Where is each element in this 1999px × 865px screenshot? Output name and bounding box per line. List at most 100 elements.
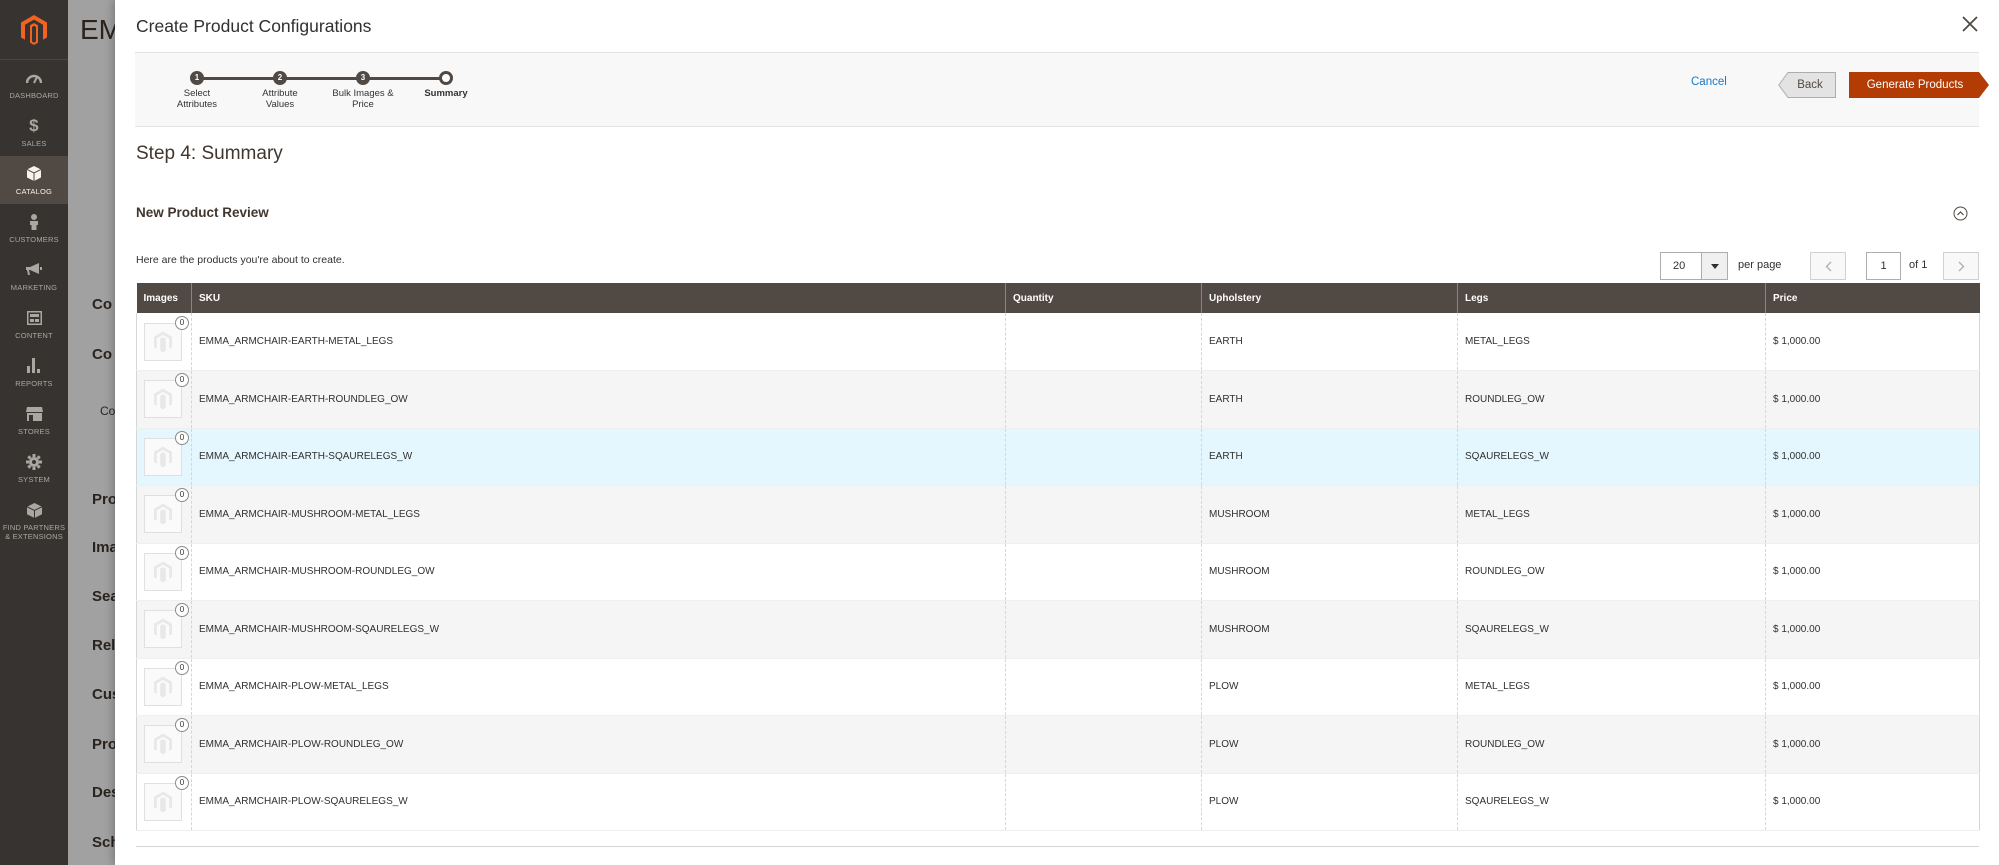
product-image-placeholder[interactable]: 0 [144,488,189,534]
table-row[interactable]: 0 EMMA_ARMCHAIR-EARTH-SQAURELEGS_W EARTH… [136,428,1980,486]
previous-page-button[interactable] [1810,252,1846,280]
back-button[interactable]: Back [1778,72,1836,98]
close-icon[interactable] [1960,14,1980,34]
price-cell: $ 1,000.00 [1765,600,1980,659]
column-header-quantity: Quantity [1005,283,1202,313]
per-page-select[interactable]: 20 [1660,252,1728,280]
price-cell: $ 1,000.00 [1765,658,1980,716]
quantity-cell [1005,773,1202,831]
column-header-price: Price [1765,283,1980,313]
image-count-badge: 0 [175,660,189,675]
storefront-icon [25,405,43,423]
column-header-images: Images [136,283,192,313]
image-cell[interactable]: 0 [136,543,192,601]
sidebar-item-stores[interactable]: STORES [0,396,68,444]
sidebar-item-label: FIND PARTNERS & EXTENSIONS [2,523,66,541]
table-row[interactable]: 0 EMMA_ARMCHAIR-MUSHROOM-SQAURELEGS_W MU… [136,600,1980,659]
product-image-placeholder[interactable]: 0 [144,718,189,764]
wizard-step-select-attributes[interactable]: 1 Select Attributes [152,71,242,110]
table-row[interactable]: 0 EMMA_ARMCHAIR-PLOW-ROUNDLEG_OW PLOW RO… [136,715,1980,774]
image-cell[interactable]: 0 [136,600,192,659]
product-image-placeholder[interactable]: 0 [144,660,189,706]
table-row[interactable]: 0 EMMA_ARMCHAIR-PLOW-SQAURELEGS_W PLOW S… [136,773,1980,831]
current-page-input[interactable] [1866,252,1901,280]
placeholder-logo-icon [154,503,172,525]
sidebar-item-content[interactable]: CONTENT [0,300,68,348]
sidebar-item-system[interactable]: SYSTEM [0,444,68,492]
table-row[interactable]: 0 EMMA_ARMCHAIR-MUSHROOM-ROUNDLEG_OW MUS… [136,543,1980,601]
price-cell: $ 1,000.00 [1765,773,1980,831]
quantity-cell [1005,658,1202,716]
megaphone-icon [25,261,43,279]
chevron-right-icon [1958,261,1964,271]
image-cell[interactable]: 0 [136,773,192,831]
upholstery-cell: EARTH [1201,313,1458,371]
sidebar-item-label: SYSTEM [17,474,51,484]
quantity-cell [1005,428,1202,486]
table-row[interactable]: 0 EMMA_ARMCHAIR-EARTH-METAL_LEGS EARTH M… [136,313,1980,371]
generate-button-label: Generate Products [1866,79,1964,91]
caret-down-icon[interactable] [1701,253,1727,279]
wizard-bar: 1 Select Attributes 2 Attribute Values 3 B… [135,52,1989,127]
generate-products-button[interactable]: Generate Products [1849,72,1989,98]
table-row[interactable]: 0 EMMA_ARMCHAIR-EARTH-ROUNDLEG_OW EARTH … [136,370,1980,429]
sidebar-item-reports[interactable]: REPORTS [0,348,68,396]
wizard-step-attribute-values[interactable]: 2 Attribute Values [235,71,325,110]
product-image-placeholder[interactable]: 0 [144,373,189,419]
upholstery-cell: PLOW [1201,773,1458,831]
back-button-label: Back [1797,79,1823,91]
sidebar-item-dashboard[interactable]: DASHBOARD [0,60,68,108]
cancel-button[interactable]: Cancel [1691,76,1727,88]
image-count-badge: 0 [175,315,189,330]
placeholder-logo-icon [154,733,172,755]
image-count-badge: 0 [175,430,189,445]
grid-header-row: Images SKU Quantity Upholstery Legs Pric… [136,283,1980,313]
image-cell[interactable]: 0 [136,313,192,371]
upholstery-cell: MUSHROOM [1201,485,1458,544]
placeholder-logo-icon [154,331,172,352]
upholstery-cell: PLOW [1201,658,1458,716]
sku-cell: EMMA_ARMCHAIR-EARTH-METAL_LEGS [191,313,1006,371]
image-cell[interactable]: 0 [136,485,192,544]
sidebar-item-sales[interactable]: $ SALES [0,108,68,156]
quantity-cell [1005,543,1202,601]
legs-cell: ROUNDLEG_OW [1457,370,1766,429]
image-count-badge: 0 [175,545,189,560]
product-image-placeholder[interactable]: 0 [144,430,189,476]
upholstery-cell: PLOW [1201,715,1458,774]
sku-cell: EMMA_ARMCHAIR-MUSHROOM-METAL_LEGS [191,485,1006,544]
sidebar-item-find-partners[interactable]: FIND PARTNERS & EXTENSIONS [0,492,68,550]
product-image-placeholder[interactable]: 0 [144,315,189,361]
section-title[interactable]: New Product Review [136,205,269,220]
price-cell: $ 1,000.00 [1765,543,1980,601]
product-image-placeholder[interactable]: 0 [144,603,189,649]
quantity-cell [1005,600,1202,659]
sidebar-item-label: MARKETING [10,282,58,292]
image-cell[interactable]: 0 [136,715,192,774]
quantity-cell [1005,370,1202,429]
table-row[interactable]: 0 EMMA_ARMCHAIR-MUSHROOM-METAL_LEGS MUSH… [136,485,1980,544]
admin-sidebar: DASHBOARD $ SALES CATALOG CUSTOMERS MARK… [0,0,68,865]
sidebar-item-label: CATALOG [15,186,53,196]
product-image-placeholder[interactable]: 0 [144,545,189,591]
magento-logo[interactable] [0,0,68,60]
column-header-legs: Legs [1457,283,1766,313]
product-image-placeholder[interactable]: 0 [144,775,189,821]
image-count-badge: 0 [175,373,189,388]
legs-cell: METAL_LEGS [1457,658,1766,716]
wizard-step-summary[interactable]: Summary [401,71,491,99]
collapse-icon[interactable] [1953,206,1968,221]
image-cell[interactable]: 0 [136,428,192,486]
price-cell: $ 1,000.00 [1765,485,1980,544]
page-total-label: of 1 [1909,259,1928,271]
sidebar-item-customers[interactable]: CUSTOMERS [0,204,68,252]
sidebar-item-catalog[interactable]: CATALOG [0,156,68,204]
table-row[interactable]: 0 EMMA_ARMCHAIR-PLOW-METAL_LEGS PLOW MET… [136,658,1980,716]
dollar-icon: $ [29,116,39,135]
image-cell[interactable]: 0 [136,370,192,429]
sidebar-item-marketing[interactable]: MARKETING [0,252,68,300]
image-cell[interactable]: 0 [136,658,192,716]
legs-cell: SQAURELEGS_W [1457,428,1766,486]
wizard-step-bulk-images[interactable]: 3 Bulk Images & Price [318,71,408,110]
next-page-button[interactable] [1943,252,1979,280]
